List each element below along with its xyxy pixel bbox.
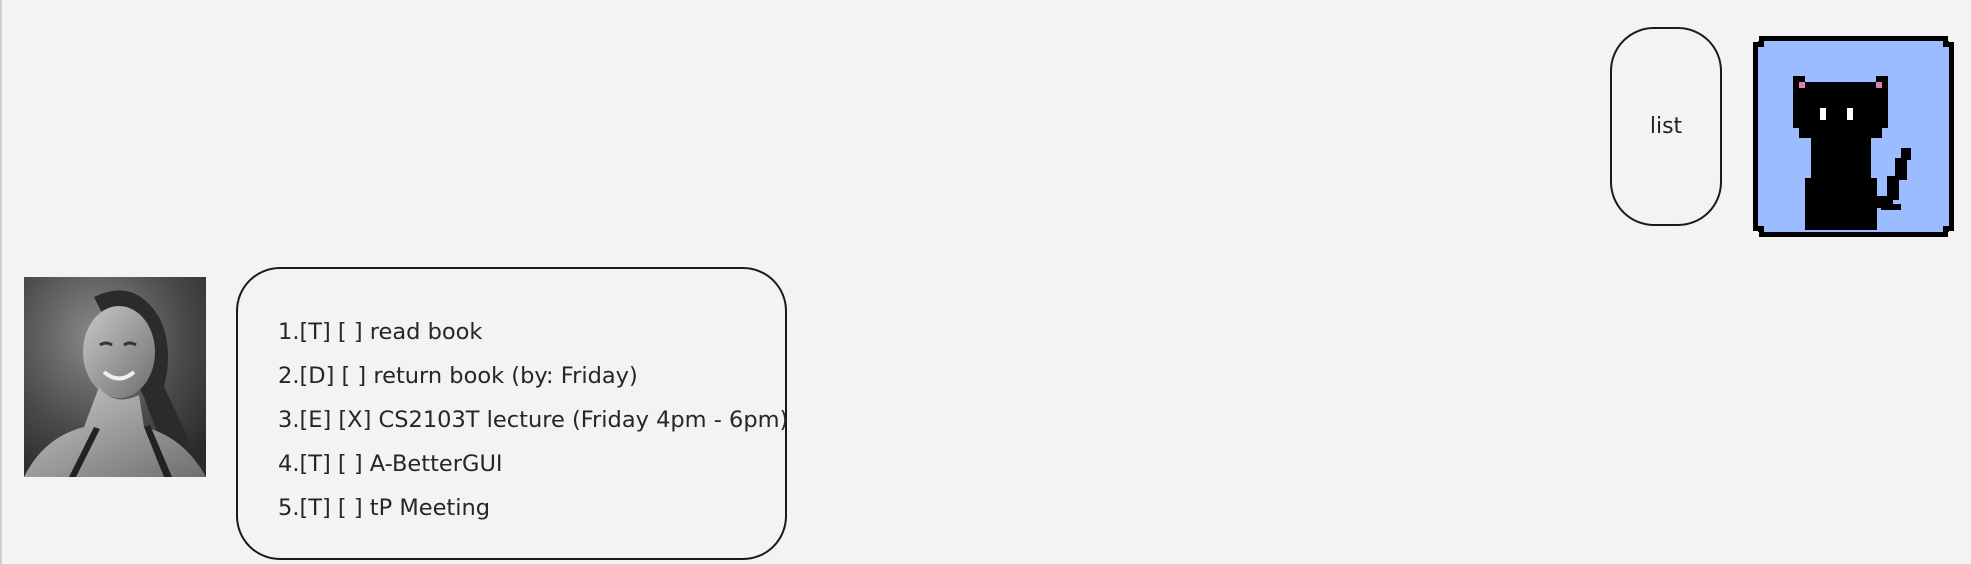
task-list-item: 4.[T] [ ] A-BetterGUI	[278, 451, 503, 477]
chat-window: list 1.[T] [] read book 2.[D] [] retur…	[0, 0, 1971, 564]
bot-avatar-icon	[24, 277, 206, 477]
user-message-bubble: list	[1610, 27, 1722, 226]
task-list-item: 1.[T] [ ] read book	[278, 319, 483, 345]
user-avatar-icon	[1753, 36, 1954, 237]
task-list-item: 3.[E] [X] CS2103T lecture (Friday 4pm - …	[278, 407, 789, 433]
user-message-text: list	[1649, 114, 1683, 139]
bot-message-bubble: 1.[T] [ ] read book 2.[D] [ ] return boo…	[236, 267, 789, 560]
task-list-item: 5.[T] [ ] tP Meeting	[278, 495, 491, 521]
task-list-item: 2.[D] [ ] return book (by: Friday)	[278, 363, 638, 389]
